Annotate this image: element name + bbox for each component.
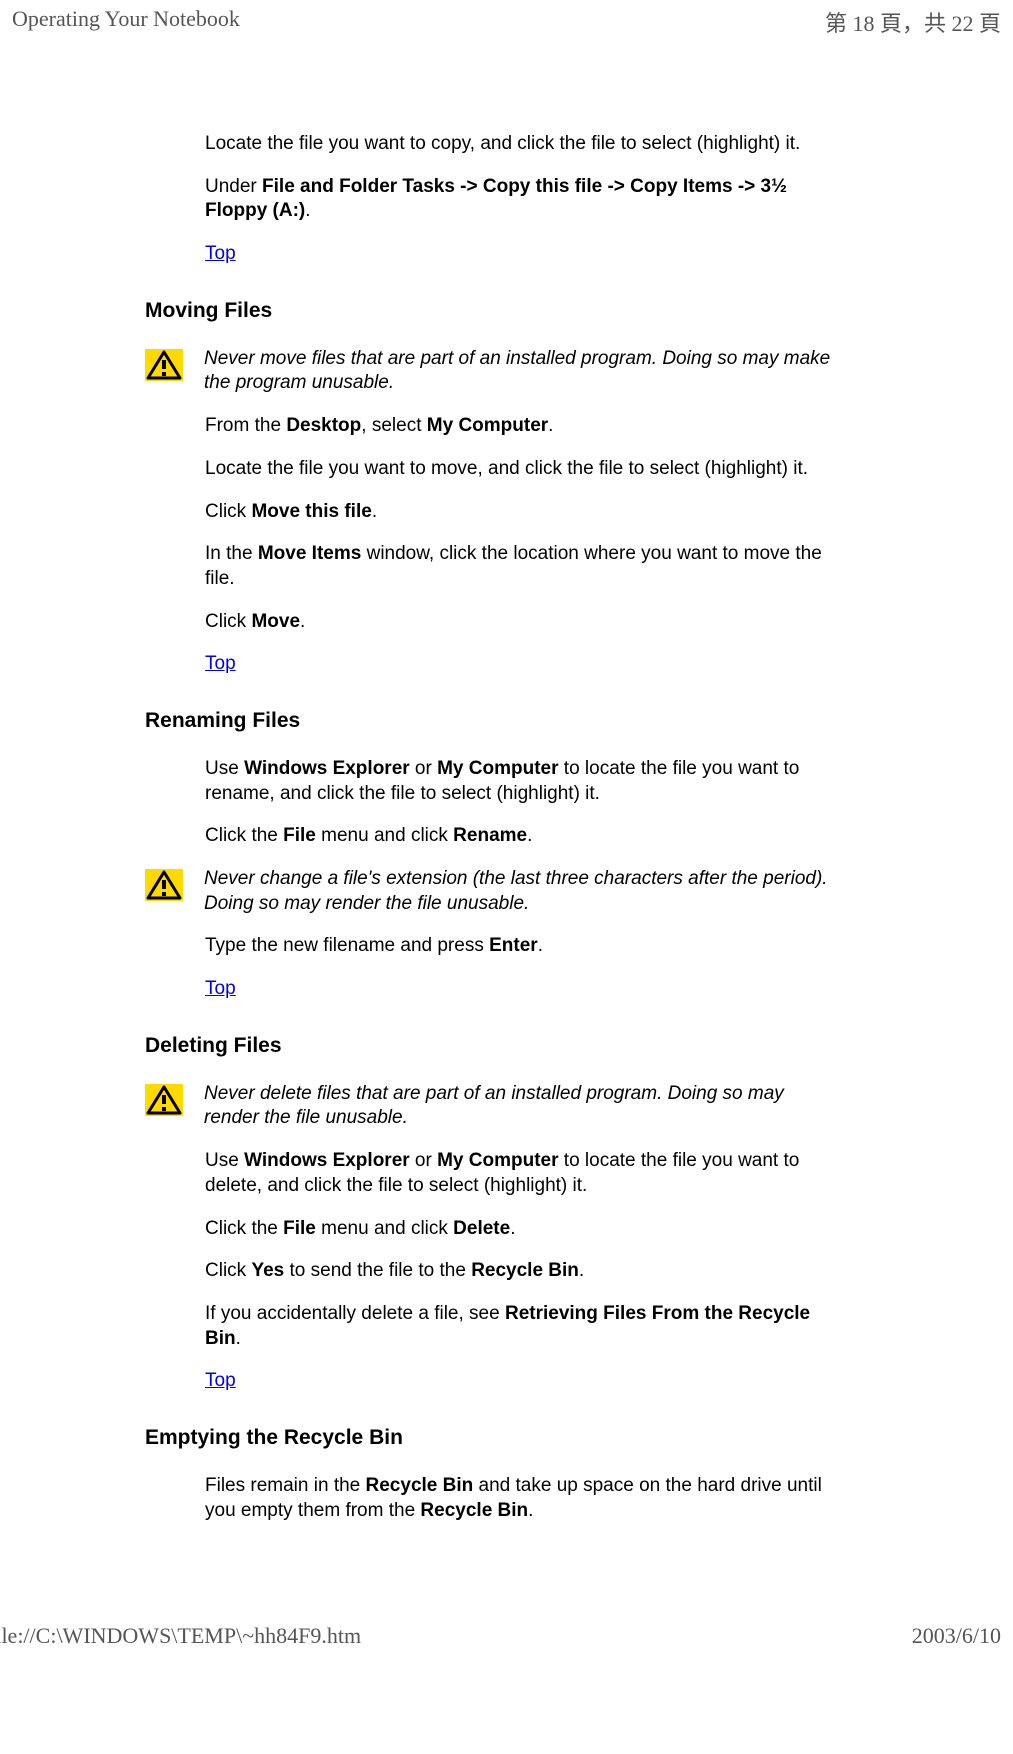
body-text: Type the new filename and press Enter. bbox=[205, 934, 838, 959]
top-link[interactable]: Top bbox=[205, 243, 236, 264]
body-text: Click Move. bbox=[205, 610, 838, 635]
warning-text: Never delete files that are part of an i… bbox=[204, 1082, 838, 1131]
body-text: From the Desktop, select My Computer. bbox=[205, 414, 838, 439]
body-text: In the Move Items window, click the loca… bbox=[205, 542, 838, 591]
body-text: Use Windows Explorer or My Computer to l… bbox=[205, 757, 838, 806]
body-text: Use Windows Explorer or My Computer to l… bbox=[205, 1149, 838, 1198]
body-text: If you accidentally delete a file, see R… bbox=[205, 1302, 838, 1351]
body-text: Under File and Folder Tasks -> Copy this… bbox=[205, 175, 838, 224]
section-heading-moving: Moving Files bbox=[145, 299, 838, 323]
body-text: Click Move this file. bbox=[205, 500, 838, 525]
page-header: Operating Your Notebook 第 18 頁，共 22 頁 bbox=[0, 0, 1013, 42]
body-text: Locate the file you want to copy, and cl… bbox=[205, 132, 838, 157]
doc-title: Operating Your Notebook bbox=[12, 6, 240, 38]
section-heading-renaming: Renaming Files bbox=[145, 709, 838, 733]
top-link[interactable]: Top bbox=[205, 978, 236, 999]
footer-date: 2003/6/10 bbox=[912, 1623, 1001, 1649]
body-text: Click Yes to send the file to the Recycl… bbox=[205, 1259, 838, 1284]
warning-row: Never delete files that are part of an i… bbox=[145, 1082, 838, 1131]
warning-row: Never change a file's extension (the las… bbox=[145, 867, 838, 916]
top-link[interactable]: Top bbox=[205, 653, 236, 674]
section-heading-emptying: Emptying the Recycle Bin bbox=[145, 1426, 838, 1450]
body-text: Click the File menu and click Delete. bbox=[205, 1217, 838, 1242]
warning-icon bbox=[145, 869, 183, 907]
warning-icon bbox=[145, 349, 183, 387]
footer-path: file://C:\WINDOWS\TEMP\~hh84F9.htm bbox=[0, 1623, 361, 1649]
page-number: 第 18 頁，共 22 頁 bbox=[825, 6, 1001, 38]
warning-row: Never move files that are part of an ins… bbox=[145, 347, 838, 396]
section-heading-deleting: Deleting Files bbox=[145, 1034, 838, 1058]
body-text: Locate the file you want to move, and cl… bbox=[205, 457, 838, 482]
body-text: Files remain in the Recycle Bin and take… bbox=[205, 1474, 838, 1523]
page-footer: file://C:\WINDOWS\TEMP\~hh84F9.htm 2003/… bbox=[0, 1623, 1013, 1649]
body-text: Click the File menu and click Rename. bbox=[205, 824, 838, 849]
warning-text: Never change a file's extension (the las… bbox=[204, 867, 838, 916]
document-body: Locate the file you want to copy, and cl… bbox=[145, 132, 838, 1523]
top-link[interactable]: Top bbox=[205, 1370, 236, 1391]
warning-text: Never move files that are part of an ins… bbox=[204, 347, 838, 396]
warning-icon bbox=[145, 1084, 183, 1122]
